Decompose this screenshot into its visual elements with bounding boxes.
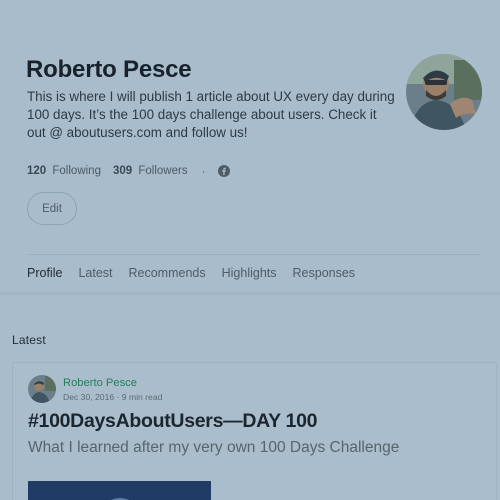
tab-highlights[interactable]: Highlights xyxy=(222,266,277,280)
post-read-time: 9 min read xyxy=(121,392,163,402)
post-cover-image[interactable] xyxy=(28,481,211,500)
tab-latest[interactable]: Latest xyxy=(78,266,112,280)
profile-name: Roberto Pesce xyxy=(26,56,192,83)
avatar[interactable] xyxy=(406,54,482,130)
edit-profile-button[interactable]: Edit xyxy=(27,192,77,225)
post-author-link[interactable]: Roberto Pesce xyxy=(63,377,137,389)
divider xyxy=(27,254,480,255)
follow-stats: 120 Following 309 Followers · xyxy=(27,164,230,178)
tab-responses[interactable]: Responses xyxy=(293,266,356,280)
stats-separator: · xyxy=(201,164,206,178)
divider xyxy=(0,292,500,295)
cover-image-art xyxy=(28,481,211,500)
post-title[interactable]: #100DaysAboutUsers—DAY 100 xyxy=(28,410,318,433)
tab-recommends[interactable]: Recommends xyxy=(129,266,206,280)
followers-count: 309 xyxy=(112,165,133,177)
section-heading-latest: Latest xyxy=(12,333,46,347)
profile-bio: This is where I will publish 1 article a… xyxy=(27,89,395,140)
meta-separator: · xyxy=(116,392,120,402)
followers-link[interactable]: 309 Followers xyxy=(113,165,188,177)
post-date[interactable]: Dec 30, 2016 xyxy=(63,392,114,402)
author-avatar[interactable] xyxy=(28,375,56,403)
avatar-photo xyxy=(406,54,482,130)
facebook-icon[interactable] xyxy=(217,165,230,177)
profile-tabs: Profile Latest Recommends Highlights Res… xyxy=(27,266,371,280)
tab-profile[interactable]: Profile xyxy=(27,266,62,280)
followers-label: Followers xyxy=(138,165,188,177)
author-photo xyxy=(28,375,56,403)
following-label: Following xyxy=(52,165,101,177)
post-meta: Dec 30, 2016 · 9 min read xyxy=(63,392,162,402)
post-subtitle[interactable]: What I learned after my very own 100 Day… xyxy=(28,439,399,457)
post-card[interactable]: Roberto Pesce Dec 30, 2016 · 9 min read … xyxy=(12,362,497,500)
following-link[interactable]: 120 Following xyxy=(27,165,101,177)
following-count: 120 xyxy=(27,165,47,177)
